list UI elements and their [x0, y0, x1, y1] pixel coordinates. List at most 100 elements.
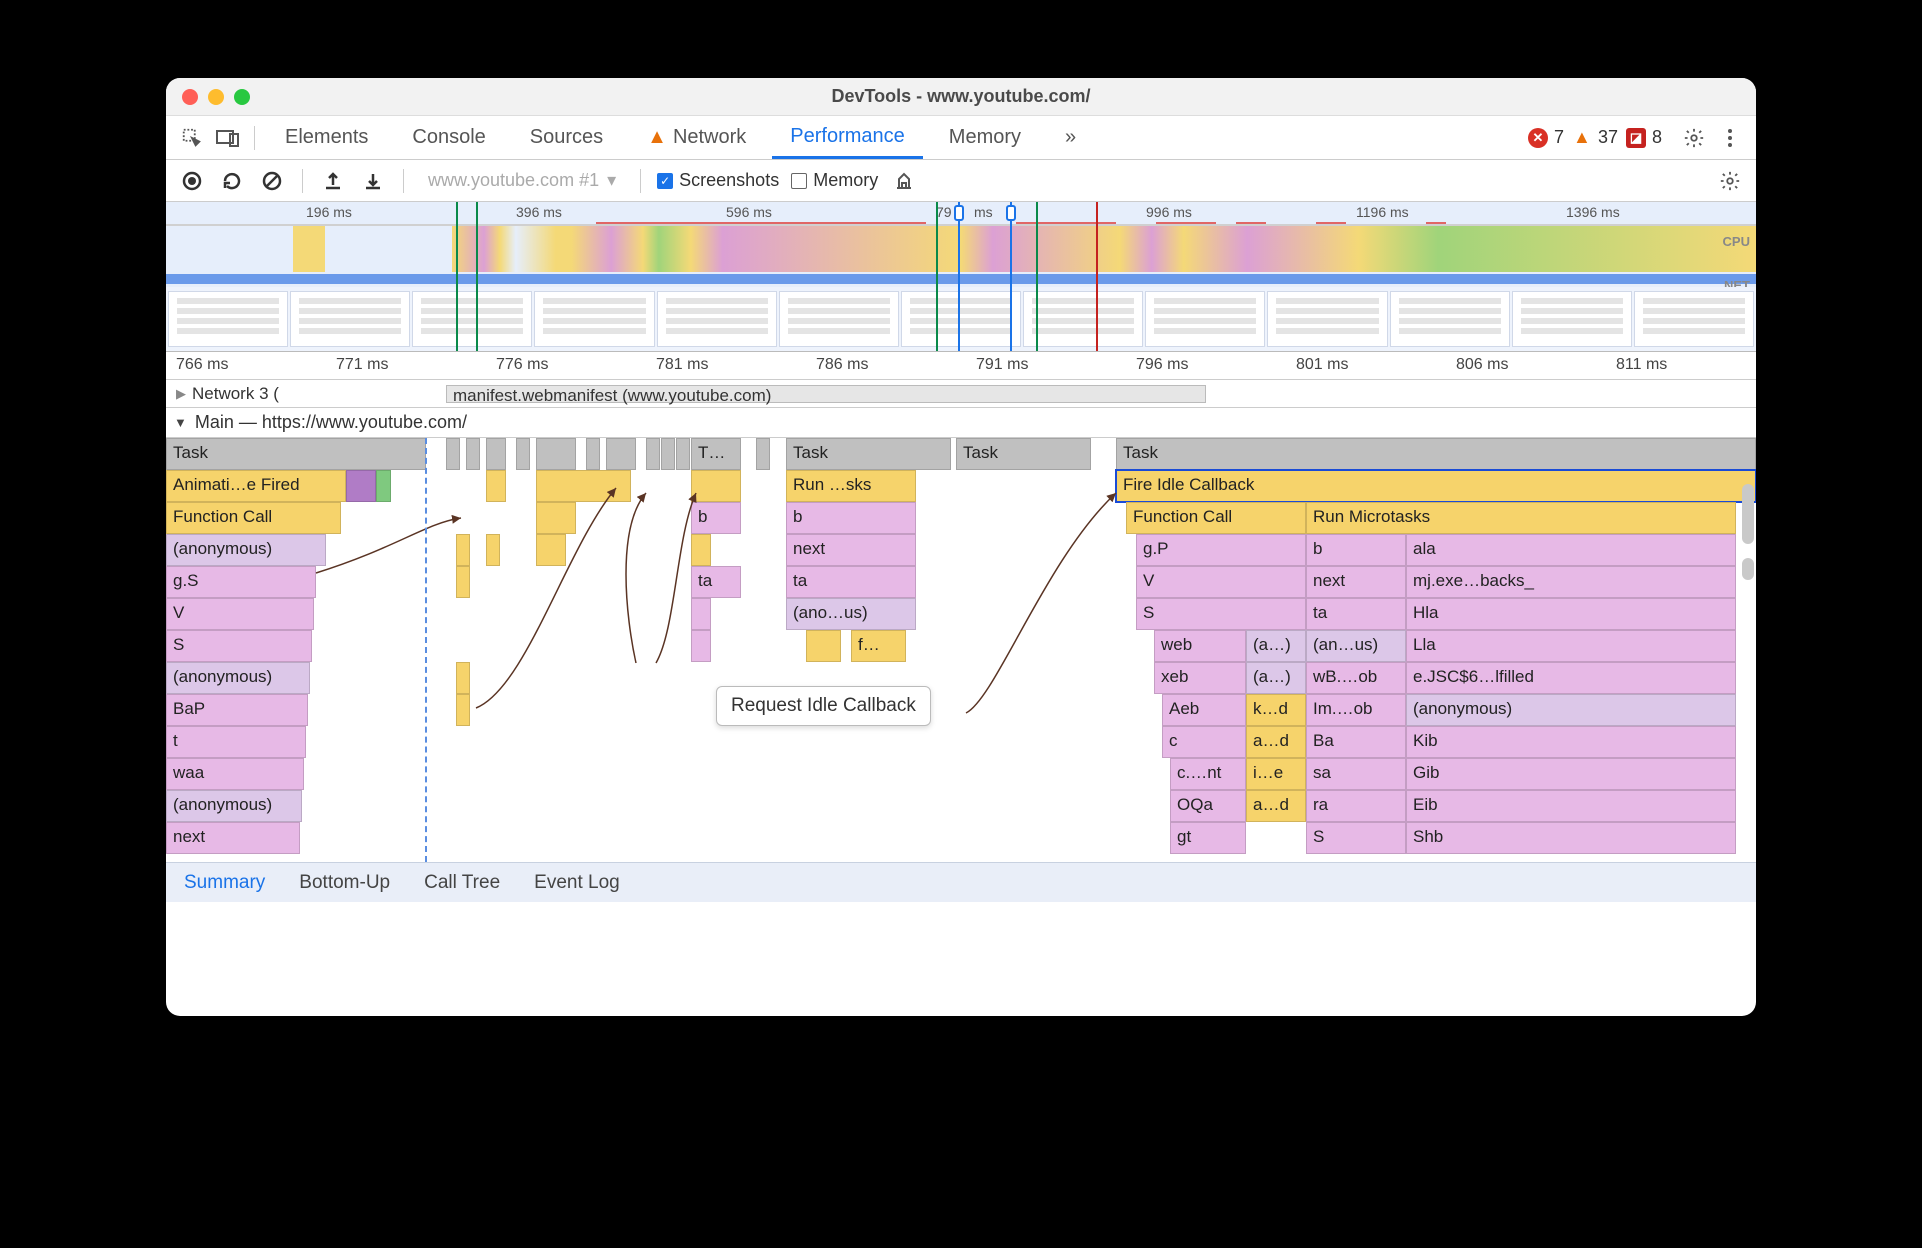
device-toolbar-icon[interactable] [214, 124, 242, 152]
scrollbar-thumb[interactable] [1742, 558, 1754, 580]
tab-console[interactable]: Console [394, 116, 503, 159]
upload-icon[interactable] [319, 167, 347, 195]
flame-task[interactable] [466, 438, 480, 470]
window-zoom-icon[interactable] [234, 89, 250, 105]
flame-call[interactable] [456, 662, 470, 694]
flame-task[interactable] [646, 438, 660, 470]
flame-call[interactable]: ta [786, 566, 916, 598]
tab-call-tree[interactable]: Call Tree [424, 872, 500, 894]
flame-call[interactable]: Im.…ob [1306, 694, 1406, 726]
flame-call[interactable]: b [1306, 534, 1406, 566]
more-menu-icon[interactable] [1716, 124, 1744, 152]
network-track[interactable]: ▶ Network 3 ( manifest.webmanifest (www.… [166, 380, 1756, 408]
error-count[interactable]: ✕7 [1528, 127, 1564, 148]
flame-call[interactable]: V [1136, 566, 1306, 598]
flame-task[interactable] [446, 438, 460, 470]
flame-call[interactable]: (an…us) [1306, 630, 1406, 662]
selection-handle[interactable] [1006, 205, 1016, 221]
flame-call[interactable]: BaP [166, 694, 308, 726]
flame-task[interactable] [661, 438, 675, 470]
flame-call[interactable]: (anonymous) [166, 534, 326, 566]
flame-event-selected[interactable]: Fire Idle Callback [1116, 470, 1756, 502]
flame-event[interactable] [346, 470, 376, 502]
flame-call[interactable]: ra [1306, 790, 1406, 822]
collapse-icon[interactable]: ▼ [174, 415, 187, 430]
flame-call[interactable] [456, 534, 470, 566]
window-minimize-icon[interactable] [208, 89, 224, 105]
screenshot-thumb[interactable] [901, 291, 1021, 347]
screenshot-thumb[interactable] [1634, 291, 1754, 347]
flame-call[interactable] [486, 534, 500, 566]
flame-call[interactable]: i…e [1246, 758, 1306, 790]
tab-sources[interactable]: Sources [512, 116, 621, 159]
flame-call[interactable] [691, 534, 711, 566]
screenshot-thumb[interactable] [1023, 291, 1143, 347]
flame-call[interactable]: wB.…ob [1306, 662, 1406, 694]
flame-task[interactable] [606, 438, 636, 470]
flame-task[interactable] [756, 438, 770, 470]
flame-call[interactable] [536, 534, 566, 566]
flame-call[interactable] [456, 566, 470, 598]
selection-start[interactable] [958, 202, 960, 351]
scrollbar-thumb[interactable] [1742, 484, 1754, 544]
flame-call[interactable]: S [1136, 598, 1306, 630]
selection-handle[interactable] [954, 205, 964, 221]
screenshot-thumb[interactable] [1267, 291, 1387, 347]
flame-call[interactable]: Shb [1406, 822, 1736, 854]
flame-call[interactable]: a…d [1246, 790, 1306, 822]
flame-call[interactable]: f… [851, 630, 906, 662]
tab-network[interactable]: ▲Network [629, 116, 764, 159]
flame-call[interactable]: next [166, 822, 300, 854]
screenshot-thumb[interactable] [1390, 291, 1510, 347]
screenshot-thumb[interactable] [657, 291, 777, 347]
flame-call[interactable]: a…d [1246, 726, 1306, 758]
flame-task[interactable] [586, 438, 600, 470]
flame-event[interactable] [691, 470, 741, 502]
screenshot-thumb[interactable] [412, 291, 532, 347]
flame-call[interactable]: Eib [1406, 790, 1736, 822]
download-icon[interactable] [359, 167, 387, 195]
flame-call[interactable]: (anonymous) [1406, 694, 1736, 726]
flame-task[interactable]: Task [956, 438, 1091, 470]
flame-call[interactable]: ta [1306, 598, 1406, 630]
flame-event[interactable] [536, 502, 576, 534]
tab-more[interactable]: » [1047, 116, 1094, 159]
flame-event[interactable] [536, 470, 631, 502]
flame-event[interactable]: Function Call [1126, 502, 1306, 534]
flame-call[interactable]: Gib [1406, 758, 1736, 790]
flame-call[interactable]: V [166, 598, 314, 630]
flame-call[interactable]: Hla [1406, 598, 1736, 630]
flame-event[interactable]: Run …sks [786, 470, 916, 502]
inspect-element-icon[interactable] [178, 124, 206, 152]
screenshot-thumb[interactable] [168, 291, 288, 347]
flame-task[interactable]: T… [691, 438, 741, 470]
flame-call[interactable]: t [166, 726, 306, 758]
main-thread-header[interactable]: ▼ Main — https://www.youtube.com/ [166, 408, 1756, 438]
flame-task[interactable]: Task [786, 438, 951, 470]
flame-call[interactable]: e.JSC$6…lfilled [1406, 662, 1736, 694]
flame-call[interactable]: mj.exe…backs_ [1406, 566, 1736, 598]
screenshot-thumb[interactable] [290, 291, 410, 347]
flame-call[interactable]: waa [166, 758, 304, 790]
flame-call[interactable]: (anonymous) [166, 662, 310, 694]
flame-call[interactable] [691, 598, 711, 630]
tab-performance[interactable]: Performance [772, 116, 923, 159]
flame-event[interactable]: Run Microtasks [1306, 502, 1736, 534]
flame-task[interactable] [516, 438, 530, 470]
flame-call[interactable]: c.…nt [1170, 758, 1246, 790]
flame-call[interactable]: (a…) [1246, 630, 1306, 662]
screenshot-thumb[interactable] [1145, 291, 1265, 347]
expand-icon[interactable]: ▶ [176, 386, 186, 402]
flame-call[interactable]: b [691, 502, 741, 534]
settings-icon[interactable] [1680, 124, 1708, 152]
flame-call[interactable]: Aeb [1162, 694, 1246, 726]
flame-call[interactable]: S [166, 630, 312, 662]
selection-end[interactable] [1010, 202, 1012, 351]
tab-summary[interactable]: Summary [184, 872, 265, 894]
clear-icon[interactable] [258, 167, 286, 195]
flame-call[interactable]: g.S [166, 566, 316, 598]
recording-select[interactable]: www.youtube.com #1▾ [420, 170, 624, 191]
flame-call[interactable]: Kib [1406, 726, 1736, 758]
flame-event[interactable]: Animati…e Fired [166, 470, 346, 502]
warning-count[interactable]: ▲37 [1572, 127, 1618, 148]
